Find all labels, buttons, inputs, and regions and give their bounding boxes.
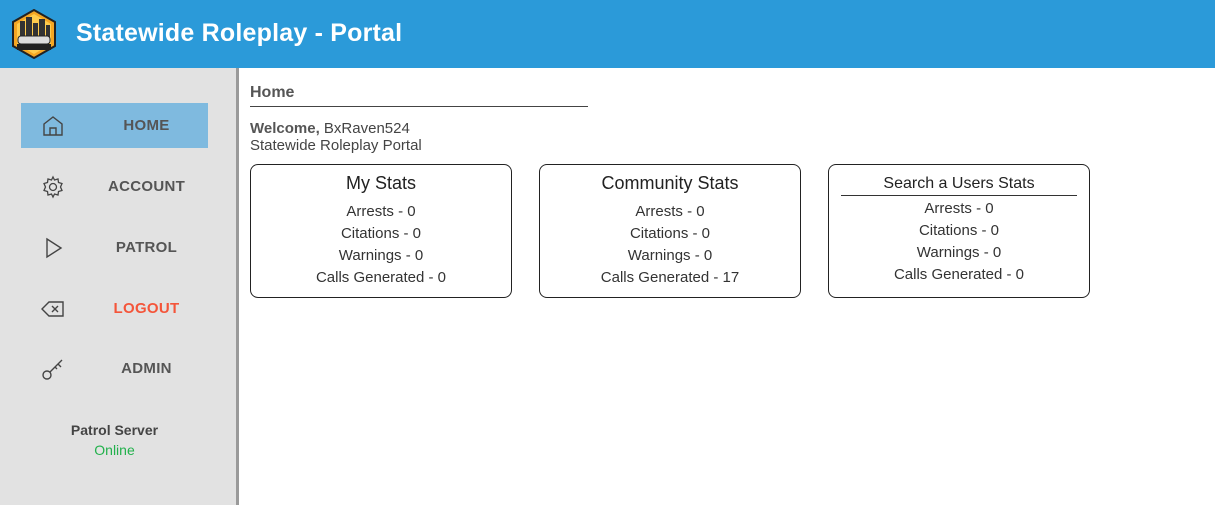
stat-arrests: Arrests - 0 <box>924 200 994 217</box>
sidebar: HOME ACCOUNT PATROL LOGOUT ADMIN Patrol … <box>0 68 239 505</box>
sidebar-item-label: HOME <box>123 117 170 134</box>
play-icon <box>46 237 63 259</box>
sidebar-item-label: ADMIN <box>121 360 172 377</box>
welcome-block: Welcome, BxRaven524 Statewide Roleplay P… <box>250 120 422 154</box>
sidebar-item-logout[interactable]: LOGOUT <box>21 286 208 331</box>
search-user-stats-title[interactable]: Search a Users Stats <box>841 175 1077 196</box>
portal-subtitle: Statewide Roleplay Portal <box>250 137 422 154</box>
stat-calls-generated: Calls Generated - 17 <box>600 269 740 286</box>
stat-calls-generated: Calls Generated - 0 <box>315 269 447 286</box>
stat-calls-generated: Calls Generated - 0 <box>893 266 1025 283</box>
app-title: Statewide Roleplay - Portal <box>76 19 403 47</box>
server-status-value: Online <box>94 442 135 458</box>
welcome-label: Welcome, <box>250 120 320 137</box>
stat-warnings: Warnings - 0 <box>916 244 1002 261</box>
server-label: Patrol Server <box>70 422 159 438</box>
stat-warnings: Warnings - 0 <box>627 247 713 264</box>
home-icon <box>43 116 63 136</box>
main-content: Home Welcome, BxRaven524 Statewide Rolep… <box>239 68 1215 505</box>
stat-citations: Citations - 0 <box>918 222 1000 239</box>
sidebar-item-account[interactable]: ACCOUNT <box>21 164 208 209</box>
stat-warnings: Warnings - 0 <box>338 247 424 264</box>
stat-arrests: Arrests - 0 <box>635 203 705 220</box>
search-user-stats-card: Search a Users Stats Arrests - 0 Citatio… <box>828 164 1090 298</box>
app-header: Statewide Roleplay - Portal <box>0 0 1215 68</box>
sidebar-item-admin[interactable]: ADMIN <box>21 346 208 391</box>
sidebar-item-label: LOGOUT <box>113 300 180 317</box>
key-icon <box>42 359 63 380</box>
stat-citations: Citations - 0 <box>340 225 422 242</box>
page-title: Home <box>250 84 588 107</box>
gear-icon <box>43 175 63 199</box>
backspace-icon <box>41 301 64 317</box>
sidebar-item-patrol[interactable]: PATROL <box>21 225 208 270</box>
sidebar-item-label: PATROL <box>115 239 178 256</box>
stat-arrests: Arrests - 0 <box>346 203 416 220</box>
card-title: Community Stats <box>601 173 739 193</box>
patrol-server-status: Patrol Server Online <box>0 422 229 458</box>
sidebar-item-home[interactable]: HOME <box>21 103 208 148</box>
community-stats-card: Community Stats Arrests - 0 Citations - … <box>539 164 801 298</box>
stat-citations: Citations - 0 <box>629 225 711 242</box>
sidebar-item-label: ACCOUNT <box>107 178 186 195</box>
card-title: My Stats <box>345 173 416 193</box>
my-stats-card: My Stats Arrests - 0 Citations - 0 Warni… <box>250 164 512 298</box>
statewide-logo[interactable] <box>9 9 59 59</box>
username: BxRaven524 <box>323 120 410 137</box>
